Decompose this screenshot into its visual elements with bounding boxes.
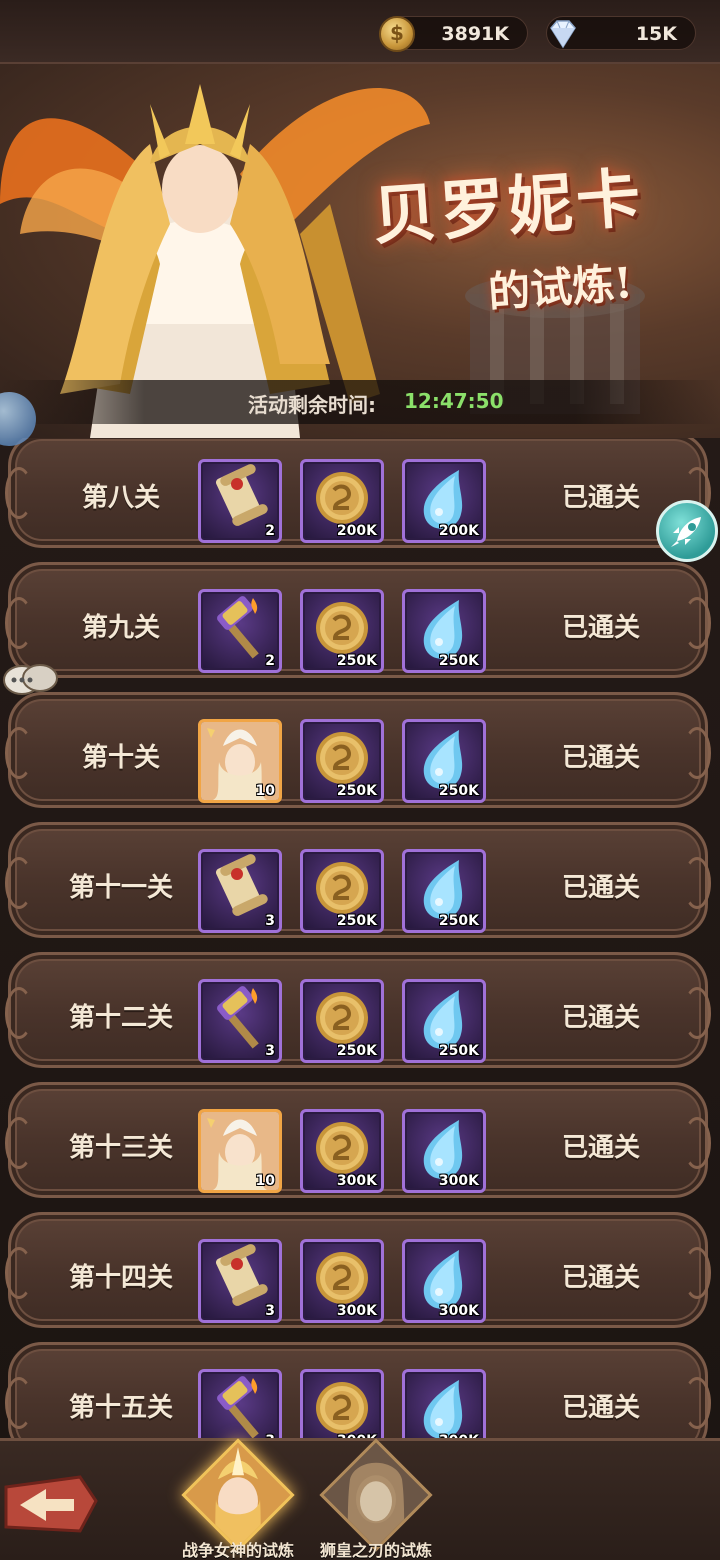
event-title-line1: 贝罗妮卡 [370, 160, 647, 255]
stage-row[interactable]: 第八关 2 200K 200K 已通关 [5, 438, 711, 548]
reward-slot[interactable]: 3 [198, 1369, 282, 1438]
reward-slot[interactable]: 200K [300, 459, 384, 543]
reward-count: 10 [255, 783, 275, 799]
stage-name: 第十一关 [68, 873, 173, 903]
reward-slot[interactable]: 300K [402, 1239, 486, 1323]
diamond-icon [545, 16, 581, 52]
tab-lion-king-blade-trial[interactable]: 狮皇之刃的试炼 [316, 1438, 436, 1560]
reward-slot[interactable]: 250K [402, 719, 486, 803]
reward-count: 250K [336, 653, 377, 669]
stage-name: 第十三关 [68, 1133, 173, 1163]
reward-count: 250K [336, 1043, 377, 1059]
reward-count: 250K [438, 783, 479, 799]
stage-cleared-status: 已通关 [561, 1133, 640, 1163]
stage-cleared-status: 已通关 [561, 743, 640, 773]
event-banner: 贝罗妮卡 的试炼! 活动剩余时间: 12:47:50 [0, 64, 720, 438]
stage-row[interactable]: 第十关 10 250K 250K 已通关 [5, 692, 711, 808]
reward-slot[interactable]: 10 [198, 719, 282, 803]
reward-slot[interactable]: 200K [402, 459, 486, 543]
reward-slot[interactable]: 300K [402, 1109, 486, 1193]
stage-name: 第十五关 [68, 1393, 173, 1423]
stage-cleared-status: 已通关 [561, 1003, 640, 1033]
reward-count: 200K [336, 523, 377, 539]
stage-name: 第十四关 [68, 1263, 173, 1293]
reward-slot[interactable]: 250K [300, 589, 384, 673]
tab-label: 狮皇之刃的试炼 [319, 1541, 432, 1560]
reward-slot[interactable]: 10 [198, 1109, 282, 1193]
stage-name: 第十二关 [68, 1003, 173, 1033]
reward-count: 300K [438, 1173, 479, 1189]
reward-slot[interactable]: 300K [300, 1369, 384, 1438]
stage-list[interactable]: 第八关 2 200K 200K 已通关 第九关 2 250K 250K 已通关 第十关 10 250K 2… [0, 438, 720, 1438]
reward-slot[interactable]: 2 [198, 459, 282, 543]
stage-row[interactable]: 第十三关 10 300K 300K 已通关 [5, 1082, 711, 1198]
gold-value: 3891K [441, 23, 509, 45]
reward-slot[interactable]: 300K [402, 1369, 486, 1438]
stage-cleared-status: 已通关 [561, 483, 640, 513]
diamond-counter[interactable]: 15K [546, 16, 696, 50]
stage-row[interactable]: 第十一关 3 250K 250K 已通关 [5, 822, 711, 938]
timer-label: 活动剩余时间: [248, 393, 376, 417]
reward-count: 3 [265, 1043, 275, 1059]
reward-slot[interactable]: 300K [300, 1109, 384, 1193]
reward-count: 250K [438, 653, 479, 669]
lion-king-portrait [319, 1438, 433, 1552]
event-timer-bar: 活动剩余时间: 12:47:50 [0, 380, 720, 424]
timer-value: 12:47:50 [404, 389, 504, 413]
reward-slot[interactable]: 250K [300, 719, 384, 803]
reward-count: 250K [336, 783, 377, 799]
stage-name: 第十关 [81, 743, 160, 773]
reward-slot[interactable]: 250K [402, 849, 486, 933]
reward-slot[interactable]: 250K [402, 979, 486, 1063]
reward-count: 250K [438, 913, 479, 929]
stage-name: 第九关 [81, 613, 160, 643]
stage-name: 第八关 [81, 483, 160, 513]
tab-label: 战争女神的试炼 [181, 1541, 294, 1560]
reward-count: 2 [265, 523, 275, 539]
stage-cleared-status: 已通关 [561, 873, 640, 903]
reward-count: 300K [336, 1303, 377, 1319]
gold-coin-icon [379, 16, 415, 52]
stage-cleared-status: 已通关 [561, 613, 640, 643]
reward-count: 200K [438, 523, 479, 539]
stage-row[interactable]: 第十二关 3 250K 250K 已通关 [5, 952, 711, 1068]
reward-count: 3 [265, 1303, 275, 1319]
diamond-value: 15K [635, 23, 677, 45]
reward-slot[interactable]: 3 [198, 849, 282, 933]
event-title-line2: 的试炼! [486, 258, 635, 317]
top-resource-bar: 3891K 15K [0, 0, 720, 64]
reward-count: 3 [265, 913, 275, 929]
reward-slot[interactable]: 250K [402, 589, 486, 673]
stage-cleared-status: 已通关 [561, 1263, 640, 1293]
reward-slot[interactable]: 250K [300, 979, 384, 1063]
reward-count: 2 [265, 653, 275, 669]
reward-slot[interactable]: 250K [300, 849, 384, 933]
reward-count: 300K [438, 1303, 479, 1319]
stage-row[interactable]: 第九关 2 250K 250K 已通关 [5, 562, 711, 678]
reward-slot[interactable]: 3 [198, 979, 282, 1063]
reward-slot[interactable]: 2 [198, 589, 282, 673]
chat-bubble-icon[interactable] [2, 662, 60, 704]
war-goddess-portrait [181, 1438, 295, 1552]
stage-row[interactable]: 第十四关 3 300K 300K 已通关 [5, 1212, 711, 1328]
gold-counter[interactable]: 3891K [379, 16, 528, 52]
reward-count: 300K [336, 1173, 377, 1189]
reward-count: 250K [438, 1043, 479, 1059]
bottom-navigation: 战争女神的试炼 狮皇之刃的试炼 [0, 1438, 720, 1560]
reward-slot[interactable]: 3 [198, 1239, 282, 1323]
rocket-icon[interactable] [656, 500, 718, 562]
stage-cleared-status: 已通关 [561, 1393, 640, 1423]
reward-count: 250K [336, 913, 377, 929]
reward-slot[interactable]: 300K [300, 1239, 384, 1323]
back-arrow-icon[interactable] [0, 1471, 104, 1541]
stage-row[interactable]: 第十五关 3 300K 300K 已通关 [5, 1342, 711, 1438]
tab-war-goddess-trial[interactable]: 战争女神的试炼 [178, 1438, 298, 1560]
reward-count: 10 [255, 1173, 275, 1189]
